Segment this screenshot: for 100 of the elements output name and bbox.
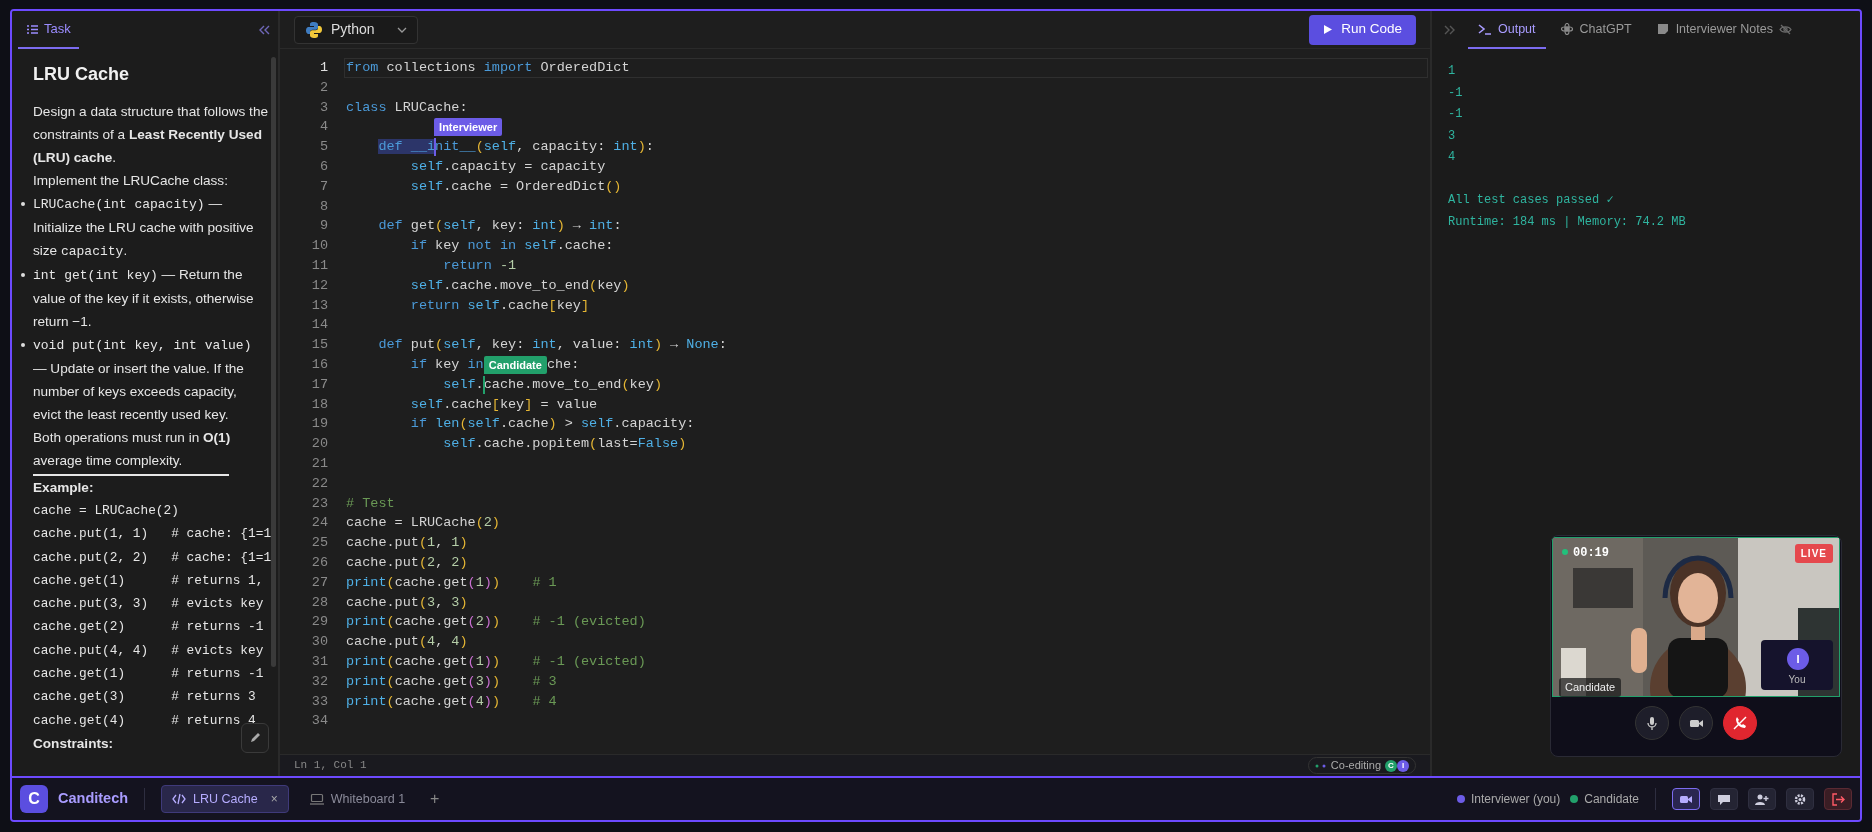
code-line: self. — [443, 376, 484, 392]
code-icon — [172, 793, 187, 805]
output-line: 4 — [1448, 149, 1457, 166]
code-line: self.capacity = capacity — [410, 159, 606, 174]
line-number: 15 — [310, 336, 328, 355]
output-line: 3 — [1448, 127, 1457, 145]
participant-label: Interviewer (you) — [1470, 791, 1561, 808]
code-line: cache.put(4, 4) — [346, 634, 468, 650]
file-tab[interactable]: LRU Cache × — [161, 785, 289, 813]
code-line: if key in — [410, 356, 484, 372]
description-text: Design a data structure that follows the constraints of a Least Recently Used (LRU) cache. — [33, 103, 269, 167]
code-line: from collections import OrderedDict — [346, 60, 630, 75]
code-line: cache.get(1) # returns 1, — [33, 571, 264, 590]
line-number: 13 — [310, 296, 328, 315]
chat-button[interactable] — [1710, 788, 1738, 810]
code-line: cache = LRUCache(2) — [33, 502, 179, 520]
bullet-item: void put(int key, int value) — Update or insert the value. If the number of keys exceeds capacity, evict the least recently used key. — [21, 333, 272, 426]
cursor-position: Ln 1, Col 1 — [294, 758, 367, 774]
line-number: 7 — [318, 177, 328, 196]
line-number: 24 — [310, 514, 328, 533]
code-line: cache.put(1, 1) # cache: {1=1 — [33, 525, 272, 544]
hang-up-button[interactable] — [1723, 706, 1757, 740]
code-line: cache.move_to_end(key) — [483, 376, 662, 392]
close-tab-button[interactable]: × — [270, 790, 278, 808]
code-line: cache.put(2, 2) — [346, 554, 468, 570]
line-number: 28 — [310, 593, 328, 612]
line-number: 2 — [318, 78, 328, 97]
edit-button[interactable] — [241, 723, 269, 753]
line-number: 21 — [310, 454, 328, 473]
line-number: 5 — [318, 138, 328, 157]
code-line: cache.put(4, 4) # evicts key — [33, 641, 264, 660]
line-number: 11 — [310, 256, 328, 275]
scrollbar[interactable] — [271, 57, 276, 667]
line-number: 23 — [310, 494, 328, 513]
run-button[interactable]: Run Code — [1309, 14, 1416, 45]
panel-tab[interactable]: ChatGPT — [1549, 11, 1642, 49]
code-line: # Test — [346, 495, 395, 511]
code-line: return -1 — [443, 257, 517, 273]
participant-name: Candidate — [1559, 678, 1622, 697]
line-number: 29 — [310, 613, 328, 632]
line-number: 18 — [310, 395, 328, 414]
code-line: print(cache.get(2)) # -1 (evicted) — [346, 614, 646, 630]
mic-button[interactable] — [1635, 706, 1669, 740]
panel-tab[interactable]: Output — [1468, 11, 1546, 49]
code-line: cache.put(1, 1) — [346, 535, 468, 551]
self-view-label: You — [1787, 673, 1807, 687]
line-number: 33 — [310, 692, 328, 711]
output-line: -1 — [1448, 106, 1464, 123]
invite-button[interactable] — [1748, 788, 1776, 810]
avatar: I — [1397, 759, 1409, 772]
code-line: def get(self, key: int) → int: — [378, 218, 622, 234]
line-number: 27 — [310, 573, 328, 592]
settings-button[interactable] — [1786, 788, 1814, 810]
line-number: 25 — [310, 534, 328, 553]
cursor-label: Candidate — [483, 355, 547, 374]
line-number: 8 — [318, 197, 328, 216]
logo: C — [20, 785, 48, 813]
line-number: 4 — [318, 118, 328, 137]
code-line: cache.put(2, 2) # cache: {1=1 — [33, 548, 272, 567]
cursor-label: Interviewer — [434, 118, 503, 137]
line-number: 26 — [310, 553, 328, 572]
avatar: I — [1787, 648, 1809, 670]
panel-tab[interactable]: Interviewer Notes — [1645, 11, 1802, 49]
line-number: 9 — [318, 217, 328, 236]
line-number: 30 — [310, 633, 328, 652]
output-line: -1 — [1448, 84, 1464, 102]
line-number: 17 — [310, 375, 328, 394]
section-heading: Constraints: — [33, 734, 114, 753]
microphone-icon — [1644, 715, 1660, 731]
task-tab[interactable]: Task — [18, 11, 79, 49]
code-line: che: — [546, 356, 580, 372]
add-tab-button[interactable]: + — [426, 787, 444, 811]
call-timer: 00:19 — [1573, 545, 1609, 562]
line-number: 3 — [318, 98, 328, 117]
line-number: 6 — [318, 158, 328, 176]
status-dots-icon — [1314, 763, 1327, 768]
code-line: print(cache.get(3)) # 3 — [346, 673, 557, 689]
code-line: def put(self, key: int, value: int) → None: — [378, 337, 727, 353]
language-select[interactable]: Python — [294, 15, 418, 44]
bullet-item: int get(int key) — Return the value of the key if it exists, otherwise return −1. — [21, 263, 272, 333]
video-button[interactable] — [1672, 788, 1700, 810]
code-line: self.cache = OrderedDict() — [410, 178, 622, 194]
code-line: self.cache[key] = value — [410, 396, 598, 412]
code-line: print(cache.get(1)) # 1 — [346, 574, 557, 590]
pencil-icon — [249, 732, 261, 744]
code-line: cache.get(4) # returns 4 — [33, 711, 256, 730]
flower-icon — [1559, 23, 1574, 35]
leave-button[interactable] — [1824, 788, 1852, 810]
code-line: class LRUCache: — [346, 99, 468, 115]
participant-label: Candidate — [1584, 791, 1639, 808]
camera-button[interactable] — [1679, 706, 1713, 740]
line-number: 14 — [310, 316, 328, 335]
code-line: self.cache.popitem(last=False) — [443, 436, 687, 452]
collapse-icon[interactable] — [258, 25, 270, 35]
code-line: if len(self.cache) > self.capacity: — [410, 416, 695, 432]
line-number: 32 — [310, 672, 328, 691]
code-line: cache.get(3) # returns 3 — [33, 688, 256, 707]
line-number: 22 — [310, 474, 328, 493]
output-line: 1 — [1448, 63, 1457, 80]
file-tab[interactable]: Whiteboard 1 — [298, 785, 417, 813]
